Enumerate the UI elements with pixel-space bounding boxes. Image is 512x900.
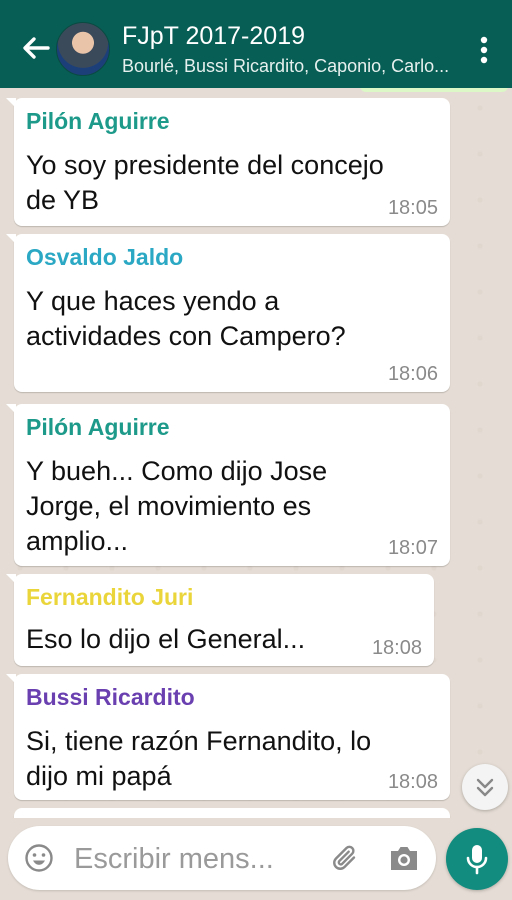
message-bubble[interactable]: Fernandito Juri Eso lo dijo el General..…: [6, 574, 434, 666]
message-text-line: Y bueh... Como dijo Jose: [26, 456, 328, 486]
message-sender: Bussi Ricardito: [26, 684, 195, 710]
chevron-double-down-icon: [462, 764, 508, 810]
message-sender: Osvaldo Jaldo: [26, 244, 184, 270]
message-text: Y bueh... Como dijo Jose Jorge, el movim…: [26, 454, 327, 559]
message-bubble[interactable]: Pilón Aguirre Yo soy presidente del conc…: [6, 98, 450, 226]
message-sender: Fernandito Juri: [26, 584, 194, 610]
message-time: 18:05: [387, 197, 438, 219]
message-text-line: Jorge, el movimiento es: [26, 491, 312, 521]
message-bubble[interactable]: Osvaldo Jaldo Y que haces yendo a activi…: [6, 234, 450, 392]
previous-message-edge: [360, 88, 508, 92]
message-text: Eso lo dijo el General...: [26, 622, 305, 657]
chat-participants[interactable]: Bourlé, Bussi Ricardito, Caponio, Carlo.…: [122, 56, 454, 77]
message-text-line: Y que haces yendo a: [26, 286, 280, 316]
more-vert-icon[interactable]: [470, 32, 498, 68]
message-input[interactable]: [72, 836, 324, 882]
chat-header: FJpT 2017-2019 Bourlé, Bussi Ricardito, …: [0, 8, 512, 88]
message-composer: [8, 826, 436, 890]
message-text: Y que haces yendo a actividades con Camp…: [26, 284, 346, 354]
message-text-line: amplio...: [26, 526, 129, 556]
message-bubble-partial: [14, 808, 450, 818]
camera-icon[interactable]: [388, 843, 420, 873]
group-avatar[interactable]: [56, 22, 110, 76]
message-sender: Pilón Aguirre: [26, 414, 170, 440]
scroll-to-bottom-button[interactable]: [462, 764, 508, 810]
message-text: Yo soy presidente del concejo de YB: [26, 148, 384, 218]
message-time: 18:08: [387, 771, 438, 793]
message-text-line: Eso lo dijo el General...: [26, 624, 306, 654]
voice-record-button[interactable]: [446, 828, 508, 890]
message-text-line: Si, tiene razón Fernandito, lo: [26, 726, 372, 756]
message-time: 18:07: [387, 537, 438, 559]
message-bubble[interactable]: Pilón Aguirre Y bueh... Como dijo Jose J…: [6, 404, 450, 566]
chat-title[interactable]: FJpT 2017-2019: [122, 22, 305, 51]
message-time: 18:08: [371, 637, 422, 659]
emoji-icon[interactable]: [24, 843, 54, 873]
message-list[interactable]: Pilón Aguirre Yo soy presidente del conc…: [0, 88, 512, 818]
message-sender: Pilón Aguirre: [26, 108, 170, 134]
message-text-line: dijo mi papá: [26, 761, 172, 791]
back-arrow-icon[interactable]: [18, 30, 54, 66]
paperclip-icon[interactable]: [330, 843, 360, 873]
message-text: Si, tiene razón Fernandito, lo dijo mi p…: [26, 724, 371, 794]
message-bubble[interactable]: Bussi Ricardito Si, tiene razón Fernandi…: [6, 674, 450, 800]
status-bar: [0, 0, 512, 8]
message-text-line: de YB: [26, 185, 100, 215]
message-text-line: Yo soy presidente del concejo: [26, 150, 384, 180]
message-time: 18:06: [387, 363, 438, 385]
message-text-line: actividades con Campero?: [26, 321, 346, 351]
